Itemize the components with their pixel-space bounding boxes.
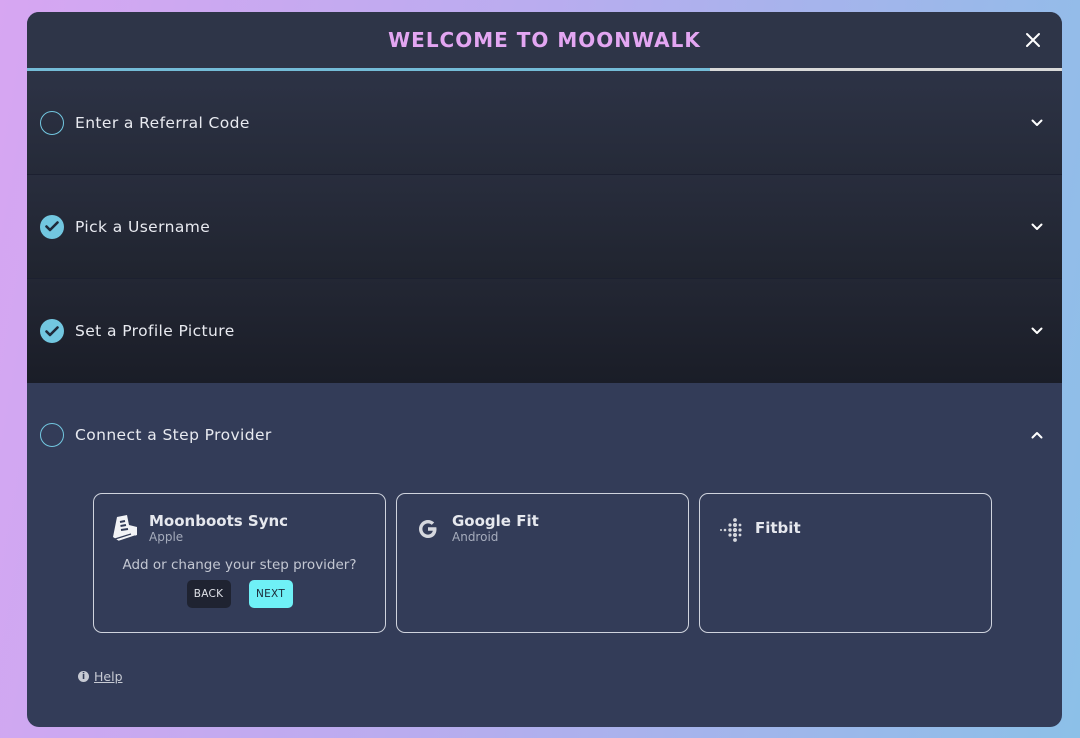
card-header: Moonboots Sync Apple <box>109 512 370 545</box>
provider-prompt: Add or change your step provider? <box>122 557 357 573</box>
fitbit-icon <box>715 513 747 545</box>
provider-platform: Apple <box>149 530 184 544</box>
card-header: Google Fit Android <box>412 512 673 545</box>
modal-title: WELCOME TO MOONWALK <box>388 28 701 52</box>
provider-list: Moonboots Sync Apple Add or change your … <box>93 493 992 633</box>
card-header: Fitbit <box>715 512 976 545</box>
moonboots-icon <box>109 513 141 545</box>
modal-header: WELCOME TO MOONWALK <box>27 12 1062 68</box>
help-label[interactable]: Help <box>94 669 123 684</box>
step-label: Connect a Step Provider <box>75 426 272 444</box>
provider-card-google-fit[interactable]: Google Fit Android <box>396 493 689 633</box>
provider-platform: Android <box>452 530 499 544</box>
chevron-down-icon <box>1030 220 1044 234</box>
check-circle-icon <box>40 214 64 239</box>
step-incomplete-icon <box>40 110 64 135</box>
step-referral-code[interactable]: Enter a Referral Code <box>27 71 1062 175</box>
step-pick-username[interactable]: Pick a Username <box>27 175 1062 279</box>
close-button[interactable] <box>1020 27 1046 53</box>
back-button[interactable]: BACK <box>186 580 231 608</box>
step-label: Pick a Username <box>75 217 211 236</box>
chevron-down-icon <box>1030 324 1044 338</box>
onboarding-modal: WELCOME TO MOONWALK Enter a Referral Cod… <box>27 12 1062 727</box>
step-label: Set a Profile Picture <box>75 322 235 340</box>
provider-card-moonboots[interactable]: Moonboots Sync Apple Add or change your … <box>93 493 386 633</box>
provider-card-fitbit[interactable]: Fitbit <box>699 493 992 633</box>
provider-name: Moonboots Sync <box>149 512 289 530</box>
provider-name: Fitbit <box>755 519 801 537</box>
help-link[interactable]: i Help <box>78 669 123 684</box>
provider-name: Google Fit <box>452 512 539 530</box>
step-label: Enter a Referral Code <box>75 113 250 132</box>
google-icon <box>412 513 444 545</box>
step-profile-picture[interactable]: Set a Profile Picture <box>27 279 1062 383</box>
close-icon <box>1026 33 1040 47</box>
next-button[interactable]: NEXT <box>248 580 293 608</box>
step-step-provider[interactable]: Connect a Step Provider <box>27 383 1062 487</box>
chevron-down-icon <box>1030 116 1044 130</box>
info-icon: i <box>78 671 89 682</box>
chevron-up-icon <box>1030 428 1044 442</box>
step-incomplete-icon <box>40 423 64 447</box>
check-circle-icon <box>40 319 64 343</box>
